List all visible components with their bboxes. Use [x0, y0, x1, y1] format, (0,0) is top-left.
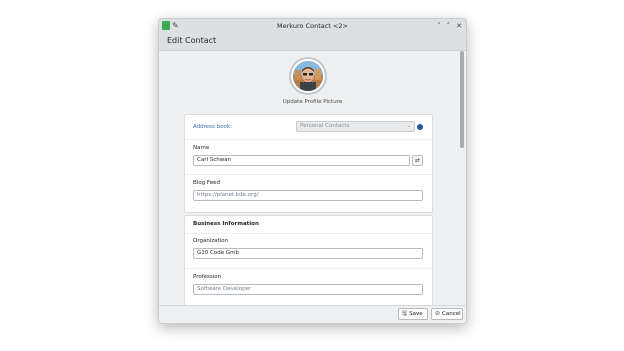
cancel-icon: ⊘ — [435, 310, 441, 317]
profession-input[interactable]: Software Developer — [193, 284, 423, 295]
swap-icon: ⇄ — [414, 157, 421, 164]
dialog-footer: 🖫 Save ⊘ Cancel — [159, 305, 466, 323]
form-scroll-area[interactable]: Update Profile Picture Address book: Per… — [159, 51, 466, 306]
save-button-label: Save — [409, 311, 423, 317]
minimize-icon[interactable]: ˅ — [437, 19, 441, 33]
update-profile-picture-label[interactable]: Update Profile Picture — [159, 99, 466, 105]
page-header: Edit Contact — [159, 33, 466, 51]
name-label: Name — [193, 145, 210, 151]
divider — [185, 268, 432, 269]
cancel-button-label: Cancel — [442, 311, 461, 317]
address-book-label: Address book: — [193, 124, 232, 130]
address-book-select[interactable]: Personal Contacts ⌄ — [296, 121, 415, 132]
name-options-button[interactable]: ⇄ — [412, 155, 423, 166]
organization-input[interactable]: G10 Code Gmb — [193, 248, 423, 259]
profile-picture[interactable] — [289, 57, 327, 95]
chevron-down-icon: ⌄ — [406, 123, 411, 129]
contact-details-card: Address book: Personal Contacts ⌄ Name C… — [184, 114, 433, 213]
organization-label: Organization — [193, 238, 229, 244]
profession-label: Profession — [193, 274, 222, 280]
blog-feed-label: Blog Feed — [193, 180, 221, 186]
window-controls: ˅ ˄ ✕ — [437, 19, 462, 33]
address-book-color-dot — [417, 124, 423, 130]
avatar-photo — [293, 61, 323, 91]
maximize-icon[interactable]: ˄ — [447, 19, 451, 33]
app-window: ✎ Merkuro Contact <2> ˅ ˄ ✕ Edit Contact — [158, 18, 467, 324]
divider — [185, 233, 432, 234]
divider — [185, 174, 432, 175]
business-information-card: Business Information Organization G10 Co… — [184, 215, 433, 306]
close-icon[interactable]: ✕ — [456, 19, 462, 33]
divider — [185, 139, 432, 140]
address-book-value: Personal Contacts — [300, 123, 350, 129]
blog-feed-input[interactable]: https://planet.kde.org/ — [193, 190, 423, 201]
save-button[interactable]: 🖫 Save — [398, 308, 428, 320]
title-bar[interactable]: ✎ Merkuro Contact <2> ˅ ˄ ✕ — [159, 19, 466, 33]
business-information-heading: Business Information — [193, 221, 259, 227]
window-title: Merkuro Contact <2> — [277, 22, 348, 30]
save-icon: 🖫 — [402, 310, 408, 317]
name-input[interactable]: Carl Schwan — [193, 155, 410, 166]
page-title: Edit Contact — [167, 36, 217, 45]
cancel-button[interactable]: ⊘ Cancel — [431, 308, 463, 320]
